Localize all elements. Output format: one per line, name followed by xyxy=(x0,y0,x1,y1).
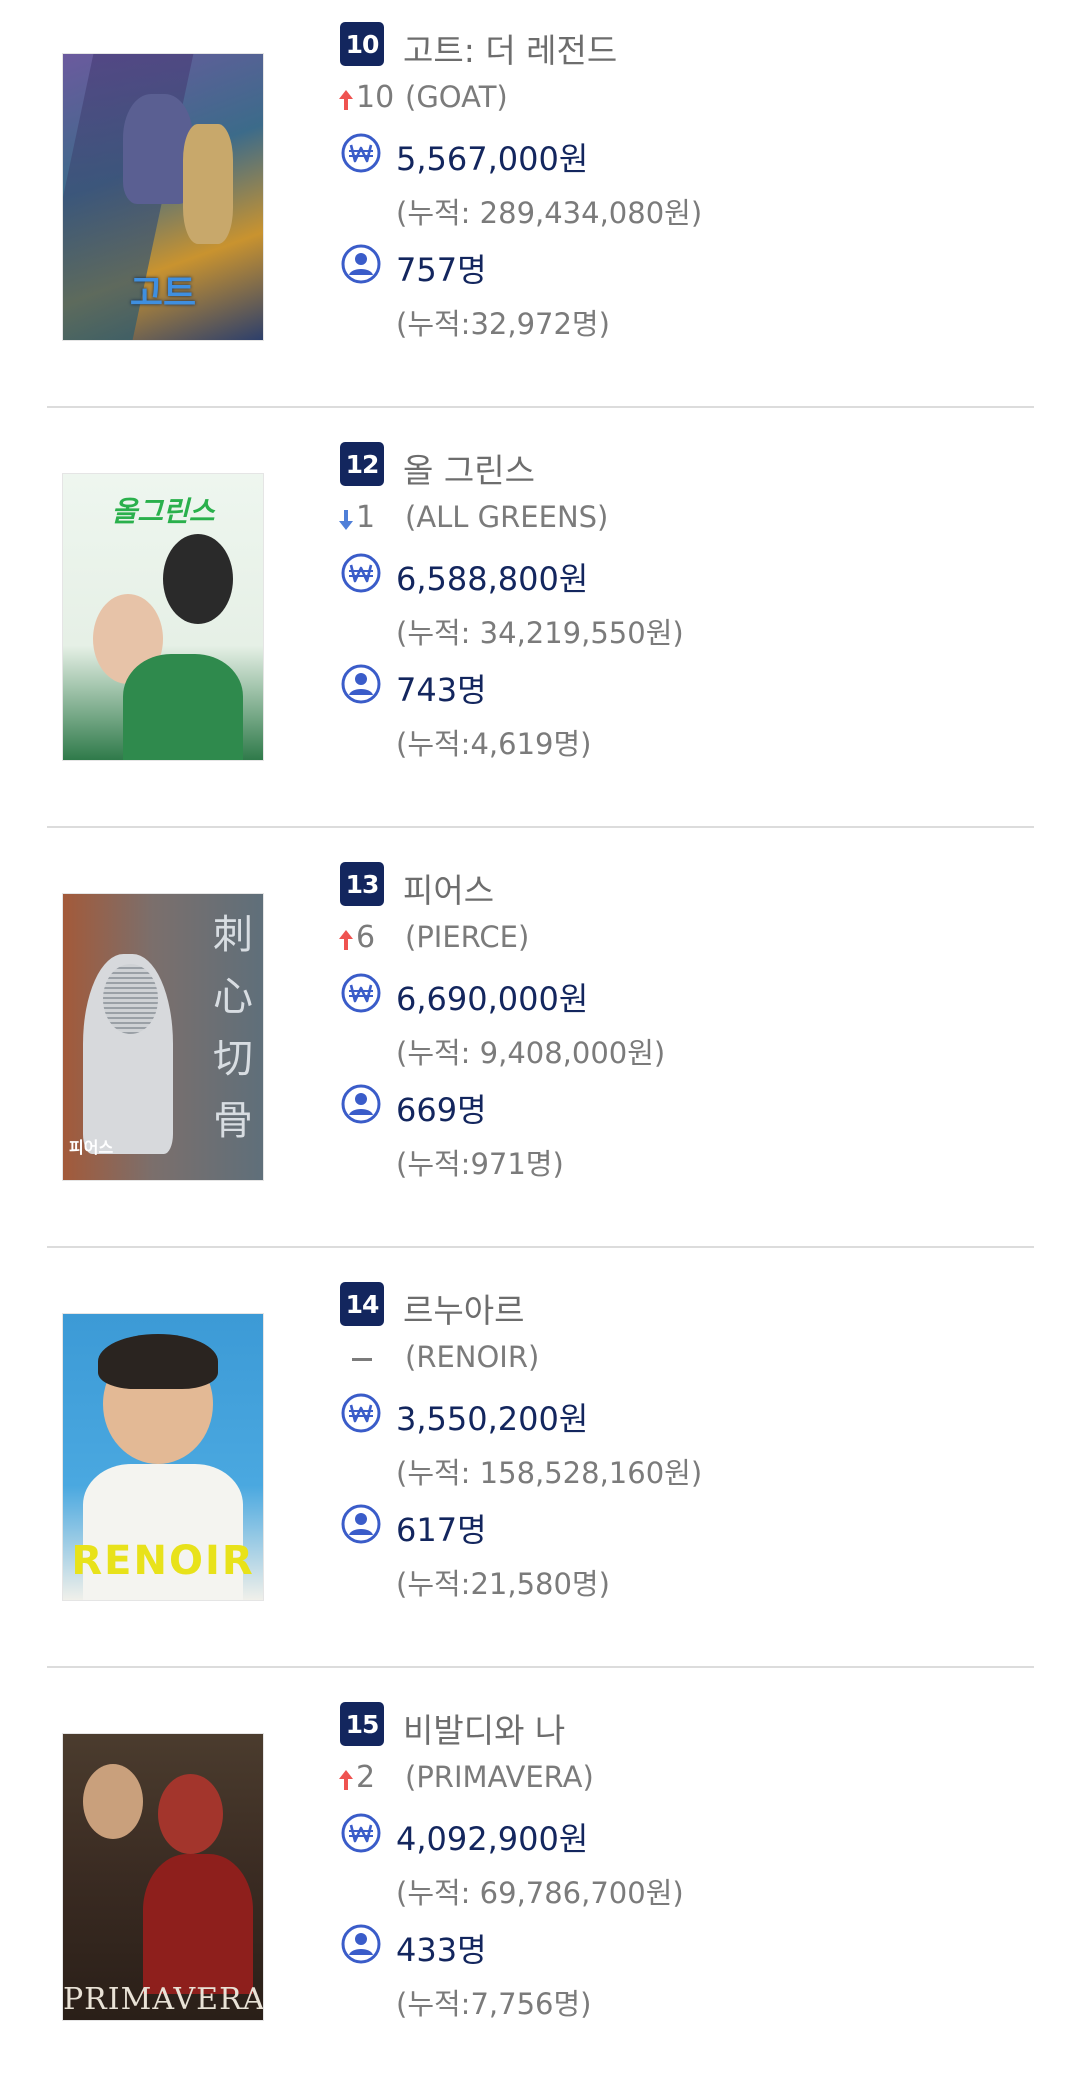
daily-sales: 4,092,900원 xyxy=(396,1820,589,1858)
rank-badge: 15 xyxy=(340,1702,384,1746)
rank-change-value: 6 xyxy=(356,920,376,955)
rank-change-value: 10 xyxy=(356,80,395,115)
list-item[interactable]: 고트 10 고트: 더 레전드 10 (GOAT) 5,567,000원 (누적… xyxy=(0,0,1078,420)
movie-poster[interactable]: 刺心切骨 피어스 xyxy=(63,894,263,1180)
list-item[interactable]: RENOIR 14 르누아르 (RENOIR) 3,550,200원 (누적: … xyxy=(0,1260,1078,1680)
divider xyxy=(47,406,1034,408)
person-circle-icon xyxy=(341,1924,381,1964)
daily-audience: 743명 xyxy=(396,671,487,709)
cumulative-sales: (누적: 34,219,550원) xyxy=(396,616,684,650)
daily-sales: 6,690,000원 xyxy=(396,980,589,1018)
original-title: (ALL GREENS) xyxy=(405,500,609,534)
rank-change: 2 xyxy=(334,1760,394,1796)
no-change-icon xyxy=(352,1358,372,1361)
poster-title: 피어스 xyxy=(69,1138,114,1157)
original-title: (PRIMAVERA) xyxy=(405,1760,594,1794)
person-circle-icon xyxy=(341,664,381,704)
movie-title[interactable]: 올 그린스 xyxy=(403,444,535,492)
person-circle-icon xyxy=(341,244,381,284)
daily-sales: 6,588,800원 xyxy=(396,560,589,598)
movie-title[interactable]: 고트: 더 레전드 xyxy=(403,24,617,72)
daily-sales: 5,567,000원 xyxy=(396,140,589,178)
movie-poster[interactable]: RENOIR xyxy=(63,1314,263,1600)
poster-title: 고트 xyxy=(129,273,197,314)
poster-title: PRIMAVERA xyxy=(63,1982,263,2017)
divider xyxy=(47,1666,1034,1668)
list-item[interactable]: 올그린스 12 올 그린스 1 (ALL GREENS) 6,588,800원 … xyxy=(0,420,1078,840)
arrow-up-icon xyxy=(339,1770,353,1790)
won-circle-icon xyxy=(341,1813,381,1853)
won-circle-icon xyxy=(341,973,381,1013)
person-circle-icon xyxy=(341,1504,381,1544)
movie-poster[interactable]: 고트 xyxy=(63,54,263,340)
rank-badge: 10 xyxy=(340,22,384,66)
rank-change: 6 xyxy=(334,920,394,956)
rank-change xyxy=(334,1340,394,1376)
rank-badge: 12 xyxy=(340,442,384,486)
cumulative-audience: (누적:4,619명) xyxy=(396,727,592,761)
won-circle-icon xyxy=(341,133,381,173)
won-circle-icon xyxy=(341,553,381,593)
daily-audience: 617명 xyxy=(396,1511,487,1549)
daily-sales: 3,550,200원 xyxy=(396,1400,589,1438)
cumulative-sales: (누적: 289,434,080원) xyxy=(396,196,703,230)
cumulative-sales: (누적: 9,408,000원) xyxy=(396,1036,666,1070)
arrow-up-icon xyxy=(339,930,353,950)
rank-change: 10 xyxy=(334,80,394,116)
original-title: (GOAT) xyxy=(405,80,508,114)
poster-title: 올그린스 xyxy=(111,495,215,528)
poster-title: RENOIR xyxy=(71,1538,255,1584)
person-circle-icon xyxy=(341,1084,381,1124)
movie-title[interactable]: 르누아르 xyxy=(403,1284,524,1332)
cumulative-audience: (누적:32,972명) xyxy=(396,307,610,341)
divider xyxy=(47,826,1034,828)
cumulative-audience: (누적:971명) xyxy=(396,1147,564,1181)
divider xyxy=(47,1246,1034,1248)
daily-audience: 669명 xyxy=(396,1091,487,1129)
cumulative-audience: (누적:7,756명) xyxy=(396,1987,592,2021)
movie-title[interactable]: 비발디와 나 xyxy=(403,1704,565,1752)
won-circle-icon xyxy=(341,1393,381,1433)
rank-badge: 14 xyxy=(340,1282,384,1326)
list-item[interactable]: 刺心切骨 피어스 13 피어스 6 (PIERCE) 6,690,000원 (누… xyxy=(0,840,1078,1260)
movie-poster[interactable]: PRIMAVERA xyxy=(63,1734,263,2020)
cumulative-audience: (누적:21,580명) xyxy=(396,1567,610,1601)
rank-change-value: 2 xyxy=(356,1760,376,1795)
rank-change: 1 xyxy=(334,500,394,536)
rank-badge: 13 xyxy=(340,862,384,906)
cumulative-sales: (누적: 69,786,700원) xyxy=(396,1876,684,1910)
cumulative-sales: (누적: 158,528,160원) xyxy=(396,1456,703,1490)
movie-title[interactable]: 피어스 xyxy=(403,864,494,912)
arrow-up-icon xyxy=(339,90,353,110)
original-title: (PIERCE) xyxy=(405,920,530,954)
arrow-down-icon xyxy=(339,510,353,530)
movie-poster[interactable]: 올그린스 xyxy=(63,474,263,760)
daily-audience: 433명 xyxy=(396,1931,487,1969)
list-item[interactable]: PRIMAVERA 15 비발디와 나 2 (PRIMAVERA) 4,092,… xyxy=(0,1680,1078,2100)
original-title: (RENOIR) xyxy=(405,1340,540,1374)
daily-audience: 757명 xyxy=(396,251,487,289)
rank-change-value: 1 xyxy=(356,500,376,535)
